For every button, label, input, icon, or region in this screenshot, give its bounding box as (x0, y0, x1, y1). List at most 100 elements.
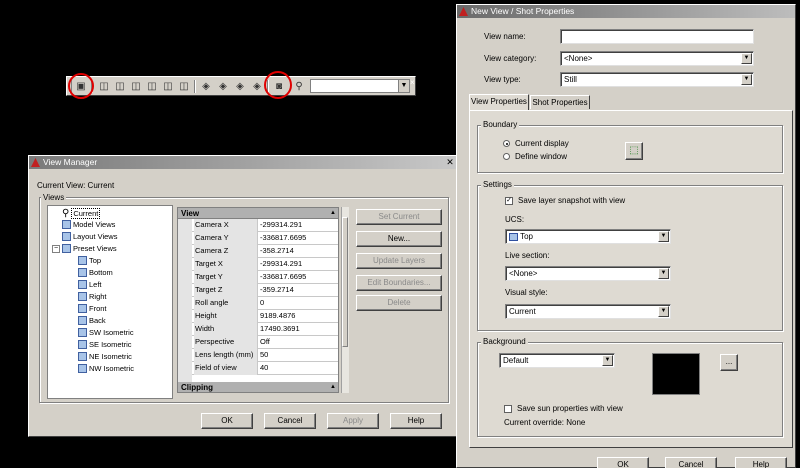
model-views-icon (62, 220, 71, 229)
define-window-radio[interactable]: Define window (503, 152, 567, 161)
live-section-select[interactable]: <None> ▼ (505, 266, 671, 281)
prop-row[interactable]: Target Z -359.2714 (192, 284, 338, 297)
help-button[interactable]: Help (735, 457, 787, 468)
view-toolbar: ▣ ◫ ◫ ◫ ◫ ◫ ◫ ◈ ◈ ◈ ◈ ◙ ⚲ ▼ (66, 76, 416, 96)
toolbar-close-icon[interactable]: × (410, 78, 415, 87)
chevron-down-icon[interactable]: ▼ (398, 80, 409, 92)
prop-row[interactable]: Target X -299314.291 (192, 258, 338, 271)
sw-isometric-icon (78, 328, 87, 337)
chevron-down-icon[interactable]: ▼ (658, 231, 669, 242)
view-type-select[interactable]: Still ▼ (560, 72, 754, 87)
prop-row[interactable]: Camera Y -336817.6695 (192, 232, 338, 245)
boundary-group-label: Boundary (481, 120, 520, 129)
current-display-radio[interactable]: Current display (503, 139, 569, 148)
update-layers-button[interactable]: Update Layers (356, 253, 442, 269)
apply-button[interactable]: Apply (327, 413, 379, 429)
chevron-down-icon[interactable]: ▼ (741, 53, 752, 64)
close-icon[interactable]: ✕ (445, 157, 455, 167)
view-manager-dialog: View Manager ✕ Current View: Current Vie… (28, 155, 458, 437)
ok-button[interactable]: OK (597, 457, 649, 468)
new-view-button[interactable]: New... (356, 231, 442, 247)
tree-item-preset[interactable]: NW Isometric (78, 364, 134, 373)
chevron-down-icon[interactable]: ▼ (658, 306, 669, 317)
prop-row[interactable]: Camera Z -358.2714 (192, 245, 338, 258)
background-select[interactable]: Default ▼ (499, 353, 615, 368)
radio-off-icon (503, 153, 510, 160)
title-bar[interactable]: New View / Shot Properties (457, 5, 795, 18)
tree-item-preset[interactable]: NE Isometric (78, 352, 132, 361)
bottom-view-icon[interactable]: ◫ (113, 79, 127, 93)
current-view-label: Current View: Current (37, 181, 115, 190)
delete-button[interactable]: Delete (356, 295, 442, 311)
collapse-icon[interactable]: − (52, 244, 60, 253)
tree-item-preset[interactable]: Front (78, 304, 107, 313)
back-view-icon[interactable]: ◫ (177, 79, 191, 93)
prop-row[interactable]: Target Y -336817.6695 (192, 271, 338, 284)
ne-isometric-icon[interactable]: ◈ (233, 79, 247, 93)
chevron-up-icon[interactable]: ▲ (330, 208, 336, 219)
prop-row[interactable]: Roll angle 0 (192, 297, 338, 310)
chevron-down-icon[interactable]: ▼ (602, 355, 613, 366)
tree-item-layout-views[interactable]: Layout Views (62, 232, 117, 241)
ok-button[interactable]: OK (201, 413, 253, 429)
view-category-select[interactable]: <None> ▼ (560, 51, 754, 66)
visual-style-label: Visual style: (505, 288, 548, 297)
front-view-icon[interactable]: ◫ (161, 79, 175, 93)
chevron-down-icon[interactable]: ▼ (658, 268, 669, 279)
view-name-input[interactable] (560, 29, 754, 44)
tree-item-preset[interactable]: SW Isometric (78, 328, 134, 337)
tree-item-model-views[interactable]: Model Views (62, 220, 115, 229)
view-properties-grid[interactable]: View ▲ Camera X -299314.291 Camera Y -3368… (177, 207, 339, 393)
chevron-up-icon[interactable]: ▲ (330, 382, 336, 392)
left-view-icon[interactable]: ◫ (129, 79, 143, 93)
edit-boundaries-button[interactable]: Edit Boundaries... (356, 275, 442, 291)
top-view-icon[interactable]: ◫ (97, 79, 111, 93)
views-tree[interactable]: ⚲ Current Model Views Layout Views − Pre… (47, 205, 173, 399)
cancel-button[interactable]: Cancel (665, 457, 717, 468)
tree-item-preset[interactable]: Right (78, 292, 107, 301)
tree-item-preset[interactable]: Top (78, 256, 101, 265)
save-layer-checkbox[interactable]: ✓ Save layer snapshot with view (505, 196, 625, 205)
tab-view-properties[interactable]: View Properties (469, 94, 529, 110)
views-group-label: Views (41, 193, 67, 202)
tree-item-preset[interactable]: Left (78, 280, 102, 289)
title-bar[interactable]: View Manager (29, 156, 457, 169)
pick-window-icon[interactable]: ⬚ (625, 142, 643, 160)
background-browse-button[interactable]: ... (720, 354, 738, 371)
props-scrollbar-thumb[interactable] (342, 217, 348, 347)
se-isometric-icon (78, 340, 87, 349)
back-view-icon (78, 316, 87, 325)
sw-isometric-icon[interactable]: ◈ (199, 79, 213, 93)
prop-row[interactable]: Height 9189.4876 (192, 310, 338, 323)
set-current-button[interactable]: Set Current (356, 209, 442, 225)
save-sun-checkbox[interactable]: Save sun properties with view (504, 404, 623, 413)
cancel-button[interactable]: Cancel (264, 413, 316, 429)
prop-row[interactable]: Field of view 40 (192, 362, 338, 375)
se-isometric-icon[interactable]: ◈ (216, 79, 230, 93)
highlight-circle (264, 71, 292, 99)
view-combo[interactable]: ▼ (310, 79, 410, 93)
prop-row[interactable]: Lens length (mm) 50 (192, 349, 338, 362)
prop-row[interactable]: Width 17490.3691 (192, 323, 338, 336)
zoom-icon[interactable]: ⚲ (292, 79, 306, 93)
help-button[interactable]: Help (390, 413, 442, 429)
checkmark-icon: ✓ (505, 196, 513, 205)
props-section-view[interactable]: View ▲ (178, 208, 338, 219)
tree-item-current[interactable]: ⚲ Current (62, 208, 101, 219)
view-type-label: View type: (484, 75, 521, 84)
prop-row[interactable]: Perspective Off (192, 336, 338, 349)
tree-item-preset[interactable]: Back (78, 316, 106, 325)
props-section-clipping[interactable]: Clipping ▲ (178, 382, 338, 392)
ucs-select[interactable]: Top ▼ (505, 229, 671, 244)
right-view-icon[interactable]: ◫ (145, 79, 159, 93)
visual-style-select[interactable]: Current ▼ (505, 304, 671, 319)
tab-shot-properties[interactable]: Shot Properties (530, 95, 590, 109)
tree-item-preset[interactable]: SE Isometric (78, 340, 132, 349)
tree-item-preset-views[interactable]: − Preset Views (52, 244, 117, 253)
nw-isometric-icon[interactable]: ◈ (250, 79, 264, 93)
left-view-icon (78, 280, 87, 289)
prop-row[interactable]: Camera X -299314.291 (192, 219, 338, 232)
tree-item-preset[interactable]: Bottom (78, 268, 113, 277)
ucs-icon (509, 232, 518, 241)
chevron-down-icon[interactable]: ▼ (741, 74, 752, 85)
